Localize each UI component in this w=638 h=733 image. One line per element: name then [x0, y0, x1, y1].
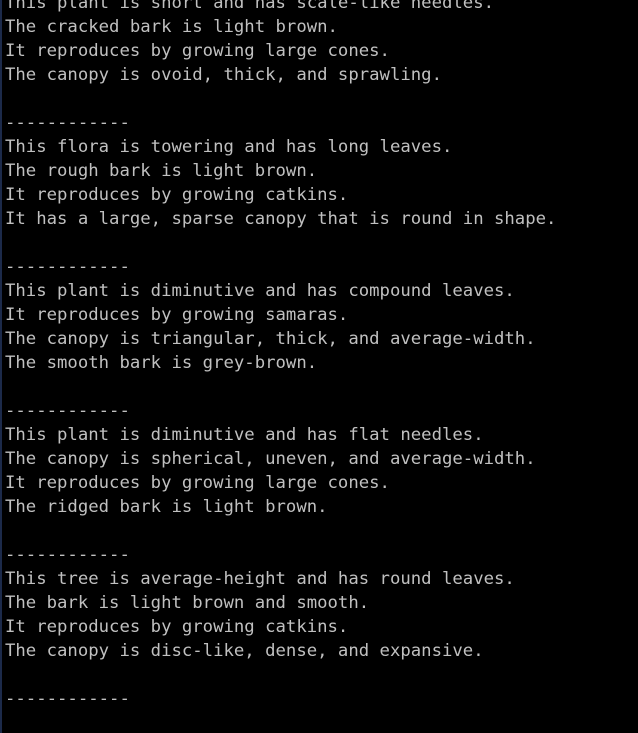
separator-line: ------------: [5, 257, 130, 277]
output-line: It reproduces by growing samaras.: [5, 305, 349, 325]
output-line: This plant is diminutive and has flat ne…: [5, 425, 484, 445]
output-block: This tree is average-height and has roun…: [5, 567, 556, 711]
output-line: The bark is light brown and smooth.: [5, 593, 370, 613]
output-line: It has a large, sparse canopy that is ro…: [5, 209, 557, 229]
output-line: This plant is diminutive and has compoun…: [5, 281, 515, 301]
console-window[interactable]: This plant is short and has scale-like n…: [0, 0, 638, 733]
output-line: The canopy is ovoid, thick, and sprawlin…: [5, 65, 442, 85]
separator-line: ------------: [5, 689, 130, 709]
separator-line: ------------: [5, 545, 130, 565]
output-line: The ridged bark is light brown.: [5, 497, 328, 517]
window-edge: [0, 0, 2, 733]
output-line: This tree is average-height and has roun…: [5, 569, 515, 589]
output-line: The canopy is disc-like, dense, and expa…: [5, 641, 484, 661]
output-line: This flora is towering and has long leav…: [5, 137, 453, 157]
separator-line: ------------: [5, 113, 130, 133]
output-line: It reproduces by growing catkins.: [5, 617, 349, 637]
output-line: It reproduces by growing large cones.: [5, 41, 390, 61]
output-line: The canopy is spherical, uneven, and ave…: [5, 449, 536, 469]
separator-line: ------------: [5, 401, 130, 421]
console-output: This plant is short and has scale-like n…: [5, 0, 556, 711]
output-line: The smooth bark is grey-brown.: [5, 353, 318, 373]
output-line: The canopy is triangular, thick, and ave…: [5, 329, 536, 349]
output-block: This plant is short and has scale-like n…: [5, 0, 556, 135]
output-line: The cracked bark is light brown.: [5, 17, 338, 37]
output-block: This flora is towering and has long leav…: [5, 135, 556, 279]
output-line: It reproduces by growing large cones.: [5, 473, 390, 493]
output-line: The rough bark is light brown.: [5, 161, 318, 181]
output-line: It reproduces by growing catkins.: [5, 185, 349, 205]
output-block: This plant is diminutive and has flat ne…: [5, 423, 556, 567]
output-block: This plant is diminutive and has compoun…: [5, 279, 556, 423]
output-line: This plant is short and has scale-like n…: [5, 0, 494, 13]
